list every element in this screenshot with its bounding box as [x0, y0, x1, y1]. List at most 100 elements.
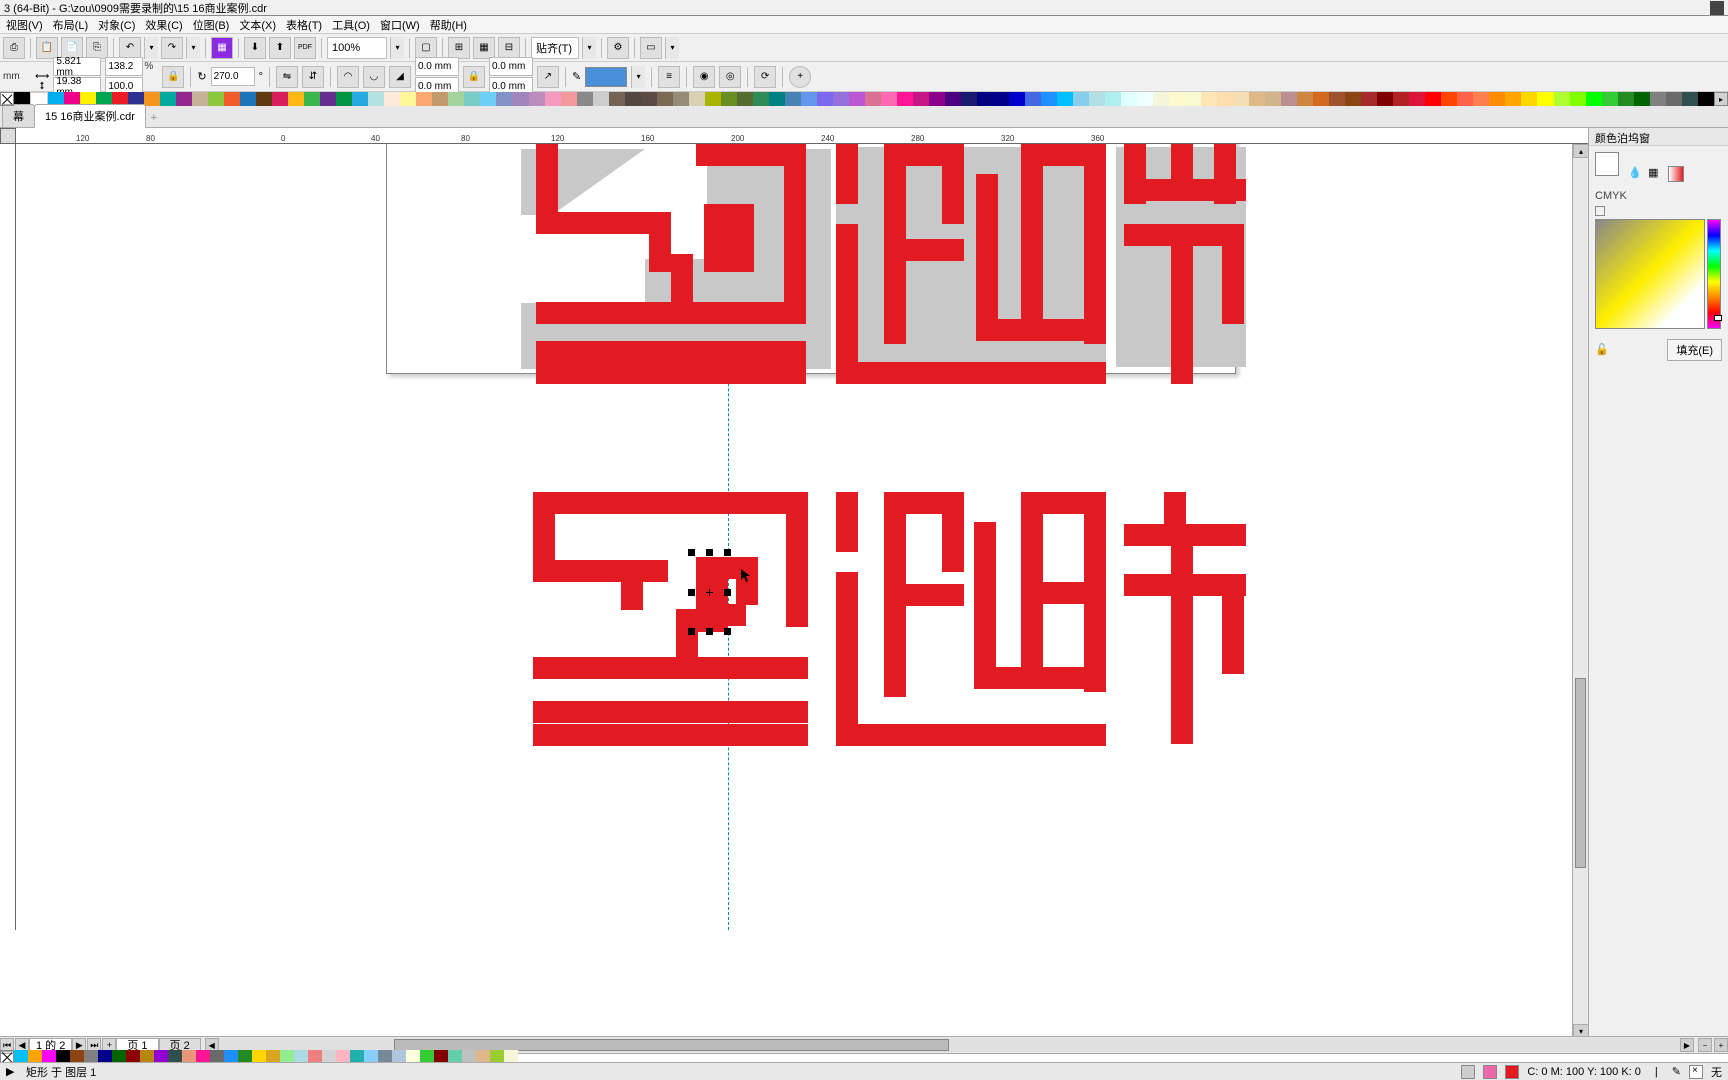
- import-icon[interactable]: ⬇: [244, 37, 266, 59]
- color-swatch[interactable]: [1618, 92, 1634, 106]
- color-swatch[interactable]: [496, 92, 512, 106]
- print-icon[interactable]: ⎙: [3, 37, 25, 59]
- red-shape[interactable]: [536, 302, 806, 324]
- color-swatch[interactable]: [1425, 92, 1441, 106]
- color-swatch[interactable]: [1361, 92, 1377, 106]
- color-swatch[interactable]: [1377, 92, 1393, 106]
- selection-handle-bl[interactable]: [688, 628, 695, 635]
- color-swatch[interactable]: [336, 92, 352, 106]
- relative-corner-icon[interactable]: ↗: [537, 66, 559, 88]
- undo-icon[interactable]: ↶: [119, 37, 141, 59]
- color-swatch[interactable]: [1666, 92, 1682, 106]
- pdf-icon[interactable]: PDF: [294, 37, 316, 59]
- red-shape[interactable]: [696, 604, 746, 626]
- scale-w-field[interactable]: 138.2: [105, 57, 143, 76]
- color-swatch[interactable]: [1554, 92, 1570, 106]
- grid-icon[interactable]: ▦: [473, 37, 495, 59]
- launch-icon[interactable]: ▦: [211, 37, 233, 59]
- color-swatch[interactable]: [144, 92, 160, 106]
- color-swatch[interactable]: [160, 92, 176, 106]
- color-swatch[interactable]: [529, 92, 545, 106]
- color-swatch[interactable]: [272, 92, 288, 106]
- lock-icon[interactable]: 🔓: [1595, 343, 1609, 357]
- vertical-scrollbar[interactable]: ▴ ▾: [1572, 144, 1588, 1038]
- palette-scroll-right[interactable]: ▸: [1714, 92, 1728, 106]
- color-swatch[interactable]: [801, 92, 817, 106]
- color-swatch[interactable]: [448, 92, 464, 106]
- selection-handle-tr[interactable]: [724, 549, 731, 556]
- red-shape[interactable]: [536, 341, 806, 363]
- selection-handle-tc[interactable]: [706, 549, 713, 556]
- color-swatch[interactable]: [1009, 92, 1025, 106]
- color-swatch[interactable]: [689, 92, 705, 106]
- convert-to-curves-icon[interactable]: ⟳: [754, 66, 776, 88]
- menu-object[interactable]: 对象(C): [94, 16, 139, 34]
- selection-center[interactable]: [706, 589, 713, 596]
- corner-lock-icon[interactable]: 🔒: [463, 66, 485, 88]
- color-swatch[interactable]: [625, 92, 641, 106]
- color-swatch[interactable]: [432, 92, 448, 106]
- status-outline-swatch[interactable]: ×: [1689, 1065, 1703, 1079]
- undo-dropdown[interactable]: ▾: [144, 37, 158, 59]
- fill-button[interactable]: 填充(E): [1667, 339, 1722, 361]
- color-swatch[interactable]: [1698, 92, 1714, 106]
- no-color-swatch[interactable]: [0, 92, 14, 106]
- snap-dropdown[interactable]: ▾: [582, 37, 596, 59]
- eyedropper-icon[interactable]: 💧: [1628, 166, 1644, 182]
- red-shape[interactable]: [533, 724, 808, 746]
- red-shape[interactable]: [884, 239, 964, 261]
- color-swatch[interactable]: [705, 92, 721, 106]
- red-shape[interactable]: [1222, 224, 1244, 324]
- color-swatch[interactable]: [1505, 92, 1521, 106]
- color-swatch[interactable]: [993, 92, 1009, 106]
- scroll-thumb[interactable]: [1575, 678, 1586, 869]
- snap-combo[interactable]: 贴齐(T): [531, 37, 579, 59]
- menu-table[interactable]: 表格(T): [282, 16, 326, 34]
- color-swatch[interactable]: [721, 92, 737, 106]
- color-swatch[interactable]: [769, 92, 785, 106]
- color-swatch[interactable]: [913, 92, 929, 106]
- fullscreen-icon[interactable]: ▢: [415, 37, 437, 59]
- color-swatch[interactable]: [1169, 92, 1185, 106]
- tab-file[interactable]: 15 16商业案例.cdr: [34, 104, 146, 128]
- color-swatch[interactable]: [1185, 92, 1201, 106]
- color-swatch[interactable]: [480, 92, 496, 106]
- redo-dropdown[interactable]: ▾: [186, 37, 200, 59]
- selection-handle-br[interactable]: [724, 628, 731, 635]
- red-shape[interactable]: [1021, 144, 1043, 319]
- color-swatch[interactable]: [1570, 92, 1586, 106]
- menu-window[interactable]: 窗口(W): [376, 16, 424, 34]
- color-swatch[interactable]: [945, 92, 961, 106]
- color-swatch[interactable]: [1537, 92, 1553, 106]
- ruler-vertical[interactable]: [0, 144, 16, 930]
- color-swatch[interactable]: [1345, 92, 1361, 106]
- red-shape[interactable]: [704, 204, 754, 272]
- color-swatch[interactable]: [785, 92, 801, 106]
- color-swatch[interactable]: [609, 92, 625, 106]
- color-swatch[interactable]: [1073, 92, 1089, 106]
- corner-scallop-icon[interactable]: ◡: [363, 66, 385, 88]
- color-swatch[interactable]: [753, 92, 769, 106]
- color-swatch[interactable]: [561, 92, 577, 106]
- color-field[interactable]: [1595, 219, 1705, 329]
- back-minus-front-icon[interactable]: ◎: [719, 66, 741, 88]
- selection-handle-mr[interactable]: [724, 589, 731, 596]
- red-shape[interactable]: [1084, 492, 1106, 692]
- selection-handle-tl[interactable]: [688, 549, 695, 556]
- mirror-h-icon[interactable]: ⇋: [276, 66, 298, 88]
- red-shape[interactable]: [836, 224, 858, 384]
- corner-round-icon[interactable]: ◠: [337, 66, 359, 88]
- red-shape[interactable]: [836, 144, 858, 204]
- red-shape[interactable]: [533, 560, 668, 582]
- red-shape[interactable]: [836, 362, 1106, 384]
- color-swatch[interactable]: [1201, 92, 1217, 106]
- selection-handle-bc[interactable]: [706, 628, 713, 635]
- color-swatch[interactable]: [577, 92, 593, 106]
- color-swatch[interactable]: [176, 92, 192, 106]
- red-shape[interactable]: [1171, 144, 1193, 179]
- color-swatch[interactable]: [1521, 92, 1537, 106]
- corner-chamfer-icon[interactable]: ◢: [389, 66, 411, 88]
- red-shape[interactable]: [974, 522, 996, 687]
- color-swatch[interactable]: [1586, 92, 1602, 106]
- rotation-field[interactable]: 270.0: [211, 67, 255, 86]
